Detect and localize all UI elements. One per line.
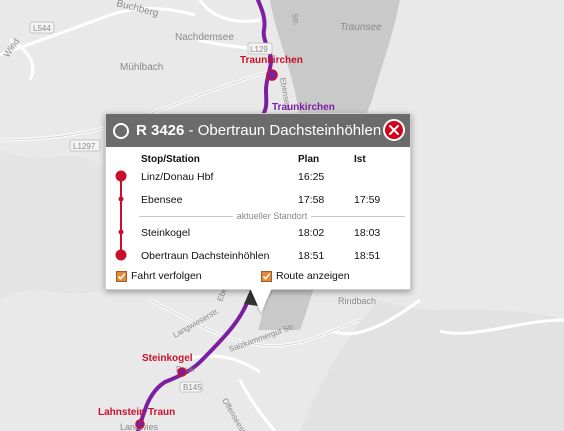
terrain-shade-west <box>0 150 104 300</box>
follow-trip-label[interactable]: Fahrt verfolgen <box>131 270 202 282</box>
show-route-option[interactable]: Route anzeigen <box>261 270 350 282</box>
timeline-stop-dot <box>118 196 124 202</box>
close-icon <box>389 125 399 135</box>
current-location-divider: aktueller Standort <box>139 210 406 222</box>
road-shield-l544: L544 <box>29 21 55 34</box>
stop-name: Steinkogel <box>141 227 191 239</box>
svg-text:L1297: L1297 <box>73 142 96 151</box>
stop-plan-time: 18:51 <box>298 250 325 262</box>
close-button[interactable] <box>383 119 405 141</box>
timeline-stop-dot <box>115 249 127 261</box>
station-label-traunkirchen[interactable]: Traunkirchen <box>240 55 303 66</box>
station-marker-traunkirchen[interactable] <box>266 69 278 81</box>
stop-actual-time: 17:59 <box>354 194 381 206</box>
column-header-ist: Ist <box>354 154 366 165</box>
map-label-road-a: Langwieserstr. <box>172 306 221 340</box>
show-route-checkbox[interactable] <box>261 270 272 282</box>
timeline-stop-dot <box>115 170 127 182</box>
station-label-steinkogel[interactable]: Steinkogel <box>142 353 193 364</box>
station-label-lahnstein[interactable]: Lahnstein Traun <box>98 407 175 418</box>
road-shield-l129: L129 <box>247 42 273 55</box>
map-label-nachdemsee: Nachdemsee <box>175 32 234 43</box>
svg-text:L544: L544 <box>33 24 51 33</box>
road-shield-l1297: L1297 <box>69 139 101 152</box>
stop-timeline <box>115 170 127 261</box>
stop-name: Linz/Donau Hbf <box>141 171 214 183</box>
station-marker-steinkogel[interactable] <box>177 367 187 377</box>
map-label-muehlbach: Mühlbach <box>120 62 163 73</box>
stop-plan-time: 17:58 <box>298 194 325 206</box>
stop-plan-time: 16:25 <box>298 171 325 183</box>
svg-text:L129: L129 <box>250 45 268 54</box>
map-label-road-c: Offenseestr. <box>220 397 249 431</box>
popup-pointer <box>250 288 272 313</box>
station-label-traunkirchen-purple[interactable]: Traunkirchen <box>272 102 335 113</box>
svg-text:B145: B145 <box>183 383 202 392</box>
popup-header: R 3426 - Obertraun Dachsteinhöhlen <box>106 114 410 147</box>
train-info-popup: R 3426 - Obertraun Dachsteinhöhlen Stop/… <box>105 113 411 313</box>
follow-trip-option[interactable]: Fahrt verfolgen <box>116 270 202 282</box>
follow-trip-checkbox[interactable] <box>116 270 127 282</box>
map-label-buchberg: Buchberg <box>115 0 159 19</box>
show-route-label[interactable]: Route anzeigen <box>276 270 350 282</box>
column-header-stop: Stop/Station <box>141 154 200 165</box>
map-label-rindbach: Rindbach <box>338 296 376 306</box>
road-shield-b145: B145 <box>179 381 203 393</box>
train-status-icon <box>113 122 129 139</box>
stop-name: Ebensee <box>141 194 183 206</box>
stop-name: Obertraun Dachsteinhöhlen <box>141 250 270 262</box>
train-number: R 3426 <box>136 122 185 139</box>
timeline-stop-dot <box>118 229 124 235</box>
stop-plan-time: 18:02 <box>298 227 325 239</box>
terrain-shade <box>300 300 564 431</box>
stop-actual-time: 18:03 <box>354 227 381 239</box>
checkmark-icon <box>117 272 126 280</box>
map-label-traunsee: Traunsee <box>340 22 382 33</box>
column-header-plan: Plan <box>298 154 320 165</box>
title-separator: - <box>184 122 198 139</box>
train-destination: Obertraun Dachsteinhöhlen <box>197 122 382 139</box>
stop-actual-time: 18:51 <box>354 250 381 262</box>
checkmark-icon <box>262 272 271 280</box>
station-marker-lahnstein[interactable] <box>135 419 145 429</box>
current-location-label: aktueller Standort <box>236 211 308 221</box>
popup-title: R 3426 - Obertraun Dachsteinhöhlen <box>136 122 381 139</box>
